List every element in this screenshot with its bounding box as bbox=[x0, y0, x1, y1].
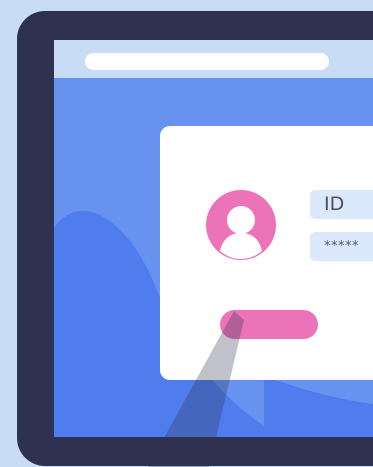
browser-address-bar bbox=[54, 40, 373, 78]
login-button[interactable] bbox=[220, 310, 318, 339]
id-input[interactable]: ID bbox=[310, 190, 373, 219]
password-input[interactable]: ***** bbox=[310, 232, 373, 261]
browser-window: ID ***** bbox=[54, 40, 373, 437]
user-avatar-icon bbox=[206, 190, 276, 260]
login-illustration: ID ***** bbox=[0, 0, 373, 467]
login-card: ID ***** bbox=[160, 126, 373, 380]
address-input[interactable] bbox=[85, 53, 329, 70]
